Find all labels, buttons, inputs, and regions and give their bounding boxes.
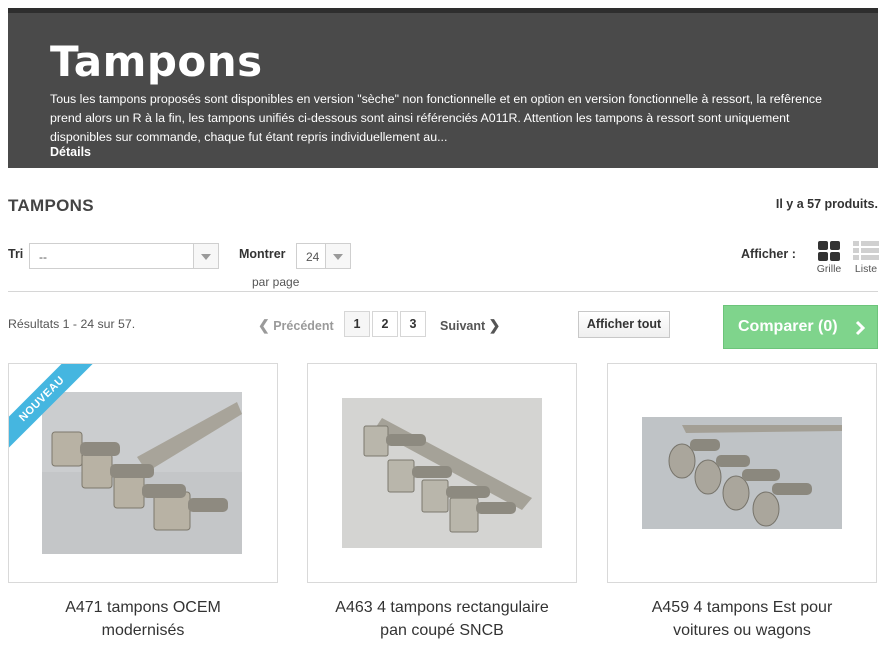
sort-label: Tri xyxy=(8,247,24,261)
sort-select[interactable]: -- xyxy=(29,243,219,269)
toolbar-divider xyxy=(8,291,878,292)
chevron-down-icon xyxy=(325,244,350,268)
details-link[interactable]: Détails xyxy=(50,145,91,159)
product-name-line: modernisés xyxy=(101,622,185,639)
grid-view-label: Grille xyxy=(816,263,842,275)
product-name-line: voitures ou wagons xyxy=(673,622,811,639)
compare-label: Comparer (0) xyxy=(738,318,838,335)
product-name-line: A463 4 tampons rectangulaire xyxy=(335,599,549,616)
compare-button[interactable]: Comparer (0) xyxy=(723,305,878,349)
next-page-link[interactable]: Suivant ❯ xyxy=(440,317,500,334)
next-label: Suivant xyxy=(440,319,486,333)
chevron-down-icon xyxy=(193,244,218,268)
chevron-right-icon: ❯ xyxy=(488,317,501,333)
product-name-link[interactable]: A471 tampons OCEM modernisés xyxy=(8,596,278,642)
per-page-caption: par page xyxy=(252,275,300,289)
show-all-button[interactable]: Afficher tout xyxy=(578,311,670,338)
banner-description: Tous les tampons proposés sont disponibl… xyxy=(50,92,822,144)
product-name-link[interactable]: A463 4 tampons rectangulaire pan coupé S… xyxy=(307,596,577,642)
banner-title: Tampons xyxy=(50,37,263,86)
product-count: Il y a 57 produits. xyxy=(775,197,878,211)
show-label: Montrer xyxy=(239,247,286,261)
list-icon xyxy=(853,241,879,260)
category-heading: TAMPONS xyxy=(8,196,94,215)
chevron-left-icon: ❮ xyxy=(258,317,270,333)
page-2-button[interactable]: 2 xyxy=(372,311,398,337)
page-3-button[interactable]: 3 xyxy=(400,311,426,337)
product-card[interactable] xyxy=(307,363,577,583)
list-view-button[interactable]: Liste xyxy=(846,240,886,280)
list-view-label: Liste xyxy=(854,263,878,275)
product-name-line: A471 tampons OCEM xyxy=(65,599,221,616)
product-image xyxy=(342,398,542,548)
product-image xyxy=(642,417,842,529)
previous-label: Précédent xyxy=(273,319,334,333)
product-name-line: A459 4 tampons Est pour xyxy=(651,599,833,616)
chevron-right-icon xyxy=(855,320,865,336)
page-1-button[interactable]: 1 xyxy=(344,311,370,337)
per-page-value: 24 xyxy=(306,250,320,264)
product-name-link[interactable]: A459 4 tampons Est pour voitures ou wago… xyxy=(607,596,877,642)
grid-icon xyxy=(818,241,840,261)
per-page-select[interactable]: 24 xyxy=(296,243,351,269)
grid-view-button[interactable]: Grille xyxy=(809,240,849,280)
sort-select-value: -- xyxy=(39,250,47,264)
results-summary: Résultats 1 - 24 sur 57. xyxy=(8,317,136,331)
product-card[interactable]: NOUVEAU xyxy=(8,363,278,583)
product-card[interactable] xyxy=(607,363,877,583)
view-label: Afficher : xyxy=(741,247,796,261)
previous-page-link[interactable]: ❮ Précédent xyxy=(258,317,334,334)
product-name-line: pan coupé SNCB xyxy=(380,622,504,639)
product-image xyxy=(42,392,242,554)
category-banner: Tampons Tous les tampons proposés sont d… xyxy=(8,8,878,168)
